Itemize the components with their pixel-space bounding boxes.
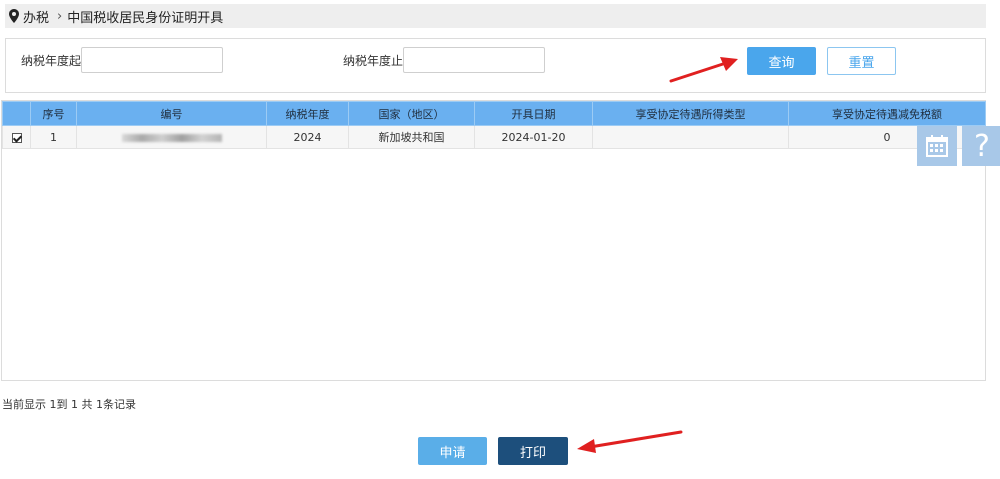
help-tool-button[interactable]: ?: [962, 126, 1000, 166]
reset-button[interactable]: 重置: [827, 47, 896, 75]
calendar-tool-button[interactable]: [917, 126, 957, 166]
breadcrumb-current: 中国税收居民身份证明开具: [67, 10, 224, 26]
year-to-label: 纳税年度止:: [343, 54, 408, 68]
column-header-issue-date: 开具日期: [474, 101, 593, 126]
apply-button[interactable]: 申请: [418, 437, 487, 465]
column-header-index: 序号: [30, 101, 77, 126]
table-row[interactable]: 1 2024 新加坡共和国 2024-01-20 0: [2, 125, 986, 149]
breadcrumb-root[interactable]: 办税: [23, 7, 49, 26]
print-button[interactable]: 打印: [498, 437, 568, 465]
column-header-income-type: 享受协定待遇所得类型: [592, 101, 789, 126]
results-table: 序号 编号 纳税年度 国家（地区） 开具日期 享受协定待遇所得类型 享受协定待遇…: [2, 101, 986, 149]
column-header-select: [2, 101, 31, 126]
annotation-arrow-icon: [577, 430, 683, 453]
results-table-panel: 序号 编号 纳税年度 国家（地区） 开具日期 享受协定待遇所得类型 享受协定待遇…: [1, 100, 986, 381]
year-from-label: 纳税年度起:: [21, 54, 86, 68]
row-select-cell[interactable]: [2, 125, 31, 149]
column-header-number: 编号: [76, 101, 267, 126]
row-checkbox[interactable]: [11, 132, 22, 143]
breadcrumb-separator: ›: [57, 8, 63, 24]
year-to-input[interactable]: [403, 47, 545, 73]
breadcrumb: 办税 › 中国税收居民身份证明开具: [5, 4, 986, 28]
number-cell: [76, 125, 267, 149]
query-button[interactable]: 查询: [747, 47, 816, 75]
help-icon: ?: [974, 128, 990, 164]
table-header-row: 序号 编号 纳税年度 国家（地区） 开具日期 享受协定待遇所得类型 享受协定待遇…: [2, 101, 986, 126]
redacted-number: [121, 133, 222, 142]
year-cell: 2024: [266, 125, 349, 149]
column-header-country: 国家（地区）: [348, 101, 475, 126]
issue-date-cell: 2024-01-20: [474, 125, 593, 149]
record-count-text: 当前显示 1到 1 共 1条记录: [2, 398, 136, 411]
income-type-cell: [592, 125, 789, 149]
country-cell: 新加坡共和国: [348, 125, 475, 149]
index-cell: 1: [30, 125, 77, 149]
column-header-year: 纳税年度: [266, 101, 349, 126]
year-from-input[interactable]: [81, 47, 223, 73]
filter-panel: 纳税年度起: 纳税年度止: 查询 重置: [5, 38, 986, 93]
location-pin-icon: [9, 9, 19, 23]
column-header-relief-amount: 享受协定待遇减免税额: [788, 101, 986, 126]
calendar-icon: [926, 135, 948, 157]
